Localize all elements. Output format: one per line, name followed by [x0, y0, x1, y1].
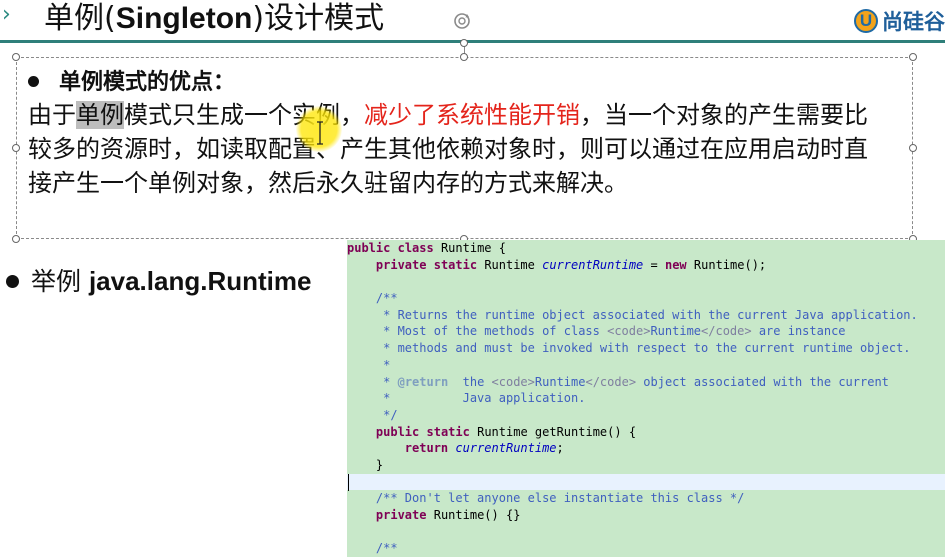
text-caret [348, 474, 349, 491]
advantages-heading: 单例模式的优点： [28, 64, 235, 96]
key-benefit: 减少了系统性能开销 [364, 101, 580, 129]
code-text[interactable]: public class Runtime { private static Ru… [347, 240, 945, 557]
highlighted-word: 单例 [76, 101, 124, 129]
bullet-icon [6, 274, 19, 288]
header-divider [0, 40, 945, 43]
bullet-icon [28, 75, 39, 87]
text-cursor-icon [317, 121, 323, 145]
resize-handle-ml[interactable] [12, 144, 20, 152]
logo-mark-icon: U [854, 9, 878, 33]
chevron-right-icon: › [2, 2, 11, 27]
resize-handle-bl[interactable] [12, 235, 20, 243]
advantages-text[interactable]: 由于单例模式只生成一个实例，减少了系统性能开销，当一个对象的产生需要比较多的资源… [28, 98, 888, 200]
example-bullet: 举例 java.lang.Runtime [6, 262, 311, 298]
slide-title: 单例(Singleton)设计模式 [44, 1, 385, 36]
resize-handle-tr[interactable] [909, 53, 917, 61]
code-editor[interactable]: public class Runtime { private static Ru… [347, 240, 945, 557]
logo-text: 尚硅谷 [882, 10, 945, 34]
resize-handle-tm[interactable] [460, 53, 468, 61]
resize-handle-tl[interactable] [12, 53, 20, 61]
brand-logo: U 尚硅谷 [854, 4, 945, 38]
rotate-handle[interactable] [460, 39, 468, 47]
rotate-handle-icon[interactable] [452, 11, 472, 31]
resize-handle-mr[interactable] [909, 144, 917, 152]
